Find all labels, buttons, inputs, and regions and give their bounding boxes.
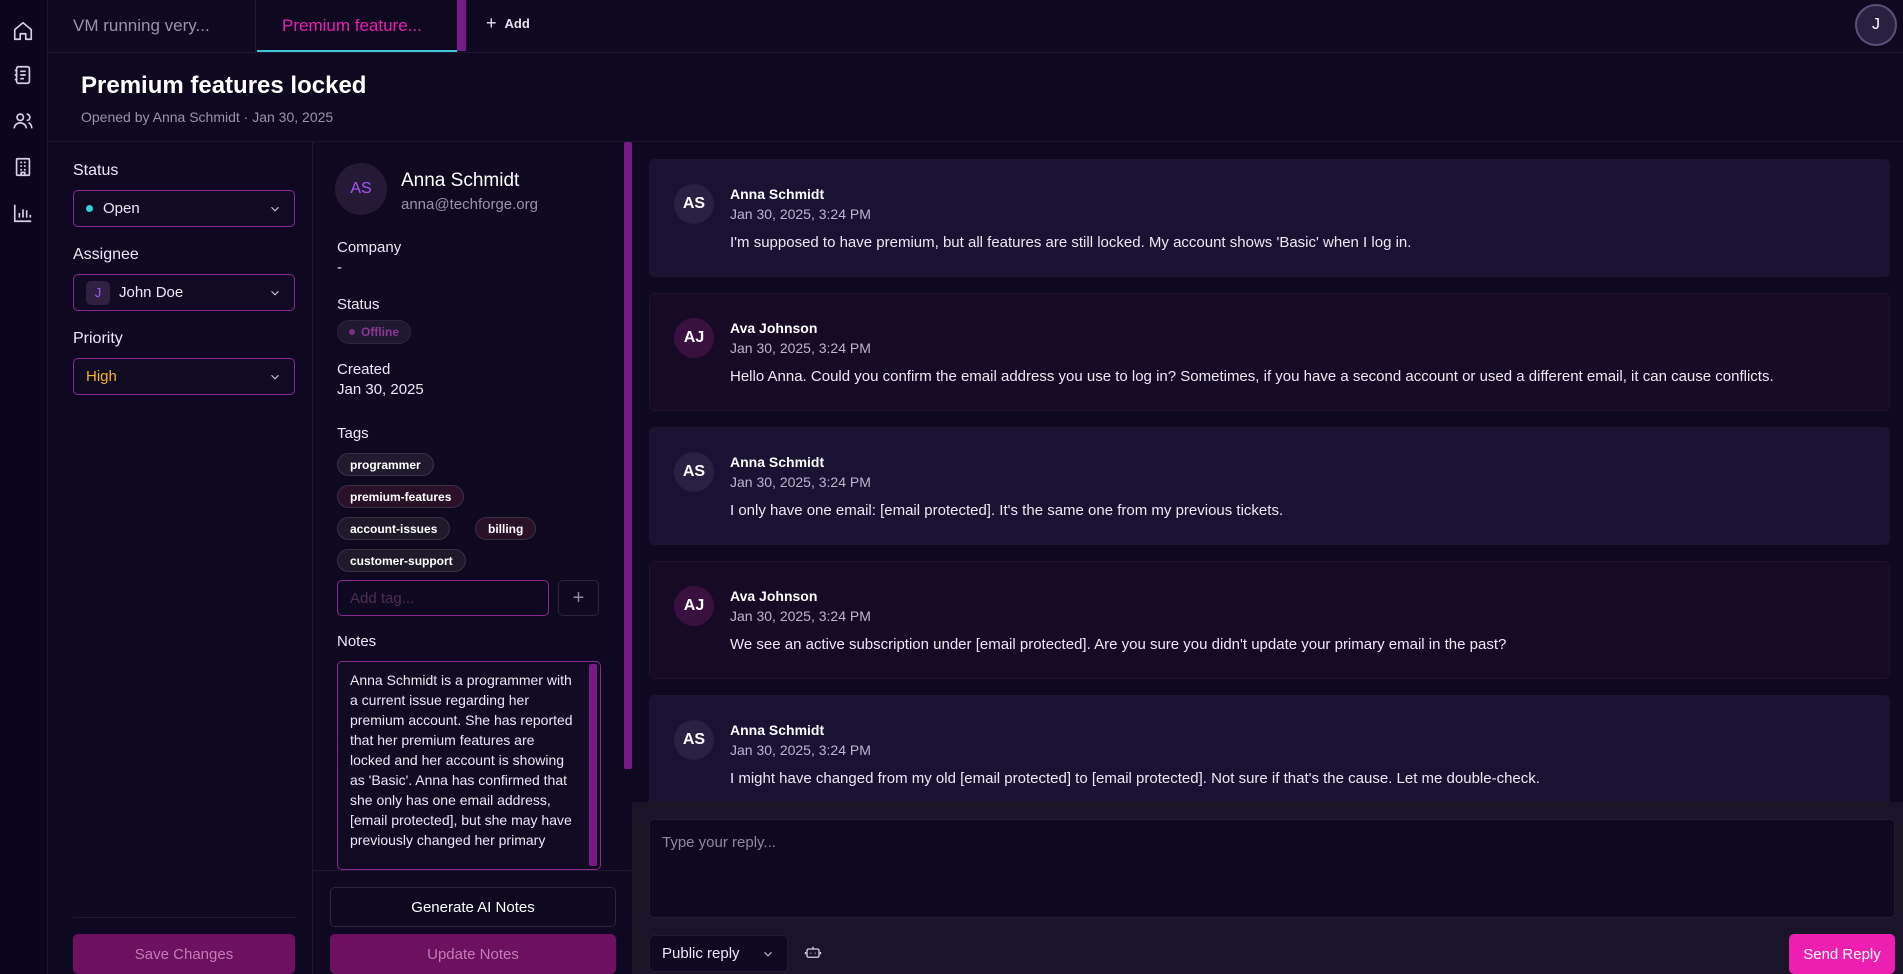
notes-textarea[interactable]: Anna Schmidt is a programmer with a curr… [337,661,601,870]
tags-label: Tags [337,425,369,442]
message-body: I'm supposed to have premium, but all fe… [730,234,1412,251]
ticket-header: Premium features locked Opened by Anna S… [81,72,366,125]
company-label: Company [337,239,402,256]
assignee-label: Assignee [73,246,139,263]
message-author: Anna Schmidt [730,186,825,202]
generate-ai-notes-button[interactable]: Generate AI Notes [330,887,616,927]
user-avatar[interactable]: J [1855,4,1897,46]
contact-status-label: Status [337,296,380,313]
add-tab-label: Add [504,16,530,31]
contact-avatar: AS [335,163,387,215]
assignee-avatar: J [86,280,110,305]
message-author: Anna Schmidt [730,722,825,738]
message-timestamp: Jan 30, 2025, 3:24 PM [730,742,871,758]
update-notes-button[interactable]: Update Notes [330,934,616,974]
message-body: I might have changed from my old [email … [730,770,1540,787]
tag-chip[interactable]: billing [475,517,537,540]
message-card: AS Anna Schmidt Jan 30, 2025, 3:24 PM I'… [649,159,1890,277]
tab-premium-features[interactable]: Premium feature... [257,0,457,52]
priority-value: High [86,368,117,385]
status-dot-icon [86,205,93,212]
message-author: Ava Johnson [730,588,818,604]
message-card: AS Anna Schmidt Jan 30, 2025, 3:24 PM I … [649,427,1890,545]
tag-chip[interactable]: programmer [337,453,434,476]
plus-icon: + [572,586,585,609]
message-body: I only have one email: [email protected]… [730,502,1284,519]
message-timestamp: Jan 30, 2025, 3:24 PM [730,608,871,624]
status-badge: Offline [337,320,411,344]
save-changes-button[interactable]: Save Changes [73,934,295,974]
created-value: Jan 30, 2025 [337,381,424,398]
message-card: AJ Ava Johnson Jan 30, 2025, 3:24 PM Hel… [649,293,1890,411]
conversation-thread: AS Anna Schmidt Jan 30, 2025, 3:24 PM I'… [632,142,1903,802]
assignee-select[interactable]: J John Doe [73,274,295,311]
status-label: Status [73,162,119,179]
add-tag-button[interactable]: + [558,580,599,616]
add-tab-button[interactable]: + Add [486,13,530,33]
tab-bar: VM running very... Premium feature... + … [48,0,1903,53]
add-tag-input[interactable] [337,580,549,616]
ticket-subtitle: Opened by Anna Schmidt · Jan 30, 2025 [81,109,334,125]
notes-scrollbar[interactable] [589,664,597,866]
avatar: AJ [674,318,714,358]
message-body: Hello Anna. Could you confirm the email … [730,368,1774,385]
users-icon[interactable] [12,110,36,134]
chart-icon[interactable] [12,202,36,226]
chevron-down-icon [271,290,279,296]
message-card: AJ Ava Johnson Jan 30, 2025, 3:24 PM We … [649,561,1890,679]
tab-scrollbar[interactable] [457,0,466,51]
status-value: Open [103,200,140,217]
building-icon[interactable] [12,156,36,180]
chevron-down-icon [271,206,279,212]
tag-chip[interactable]: account-issues [337,517,451,540]
company-value: - [337,259,342,276]
plus-icon: + [486,13,497,33]
reply-type-select[interactable]: Public reply [649,935,788,972]
created-label: Created [337,361,391,378]
avatar: AS [674,720,714,760]
avatar: AS [674,452,714,492]
message-timestamp: Jan 30, 2025, 3:24 PM [730,206,871,222]
message-card: AS Anna Schmidt Jan 30, 2025, 3:24 PM I … [649,695,1890,802]
contact-email: anna@techforge.org [401,196,538,213]
notes-text: Anna Schmidt is a programmer with a curr… [350,672,577,848]
status-badge-label: Offline [361,325,399,339]
notes-label: Notes [337,633,377,650]
contact-panel-scrollbar[interactable] [624,142,632,769]
message-timestamp: Jan 30, 2025, 3:24 PM [730,474,871,490]
contact-name: Anna Schmidt [401,170,520,191]
priority-label: Priority [73,330,123,347]
tab-vm-running[interactable]: VM running very... [48,0,256,52]
priority-select[interactable]: High [73,358,295,395]
offline-dot-icon [349,329,355,335]
reply-type-value: Public reply [662,945,740,962]
reply-input[interactable] [649,819,1895,918]
icon-rail [0,0,48,974]
reply-composer: Public reply Send Reply [632,802,1903,974]
divider [313,870,631,871]
status-select[interactable]: Open [73,190,295,227]
contact-panel: AS Anna Schmidt anna@techforge.org Compa… [313,142,631,974]
page-title: Premium features locked [81,72,367,99]
send-reply-button[interactable]: Send Reply [1789,934,1895,974]
chevron-down-icon [271,374,279,380]
tickets-icon[interactable] [12,64,36,88]
message-body: We see an active subscription under [ema… [730,636,1507,653]
message-author: Anna Schmidt [730,454,825,470]
divider [73,917,296,918]
avatar: AS [674,184,714,224]
bot-icon[interactable] [804,943,824,963]
tag-chip[interactable]: premium-features [337,485,465,508]
assignee-value: John Doe [119,284,184,301]
avatar: AJ [674,586,714,626]
home-icon[interactable] [12,20,36,44]
tag-chip[interactable]: customer-support [337,549,466,572]
chevron-down-icon [764,951,772,957]
message-timestamp: Jan 30, 2025, 3:24 PM [730,340,871,356]
ticket-properties-panel: Status Open Assignee J John Doe Priority… [57,142,313,974]
message-author: Ava Johnson [730,320,818,336]
